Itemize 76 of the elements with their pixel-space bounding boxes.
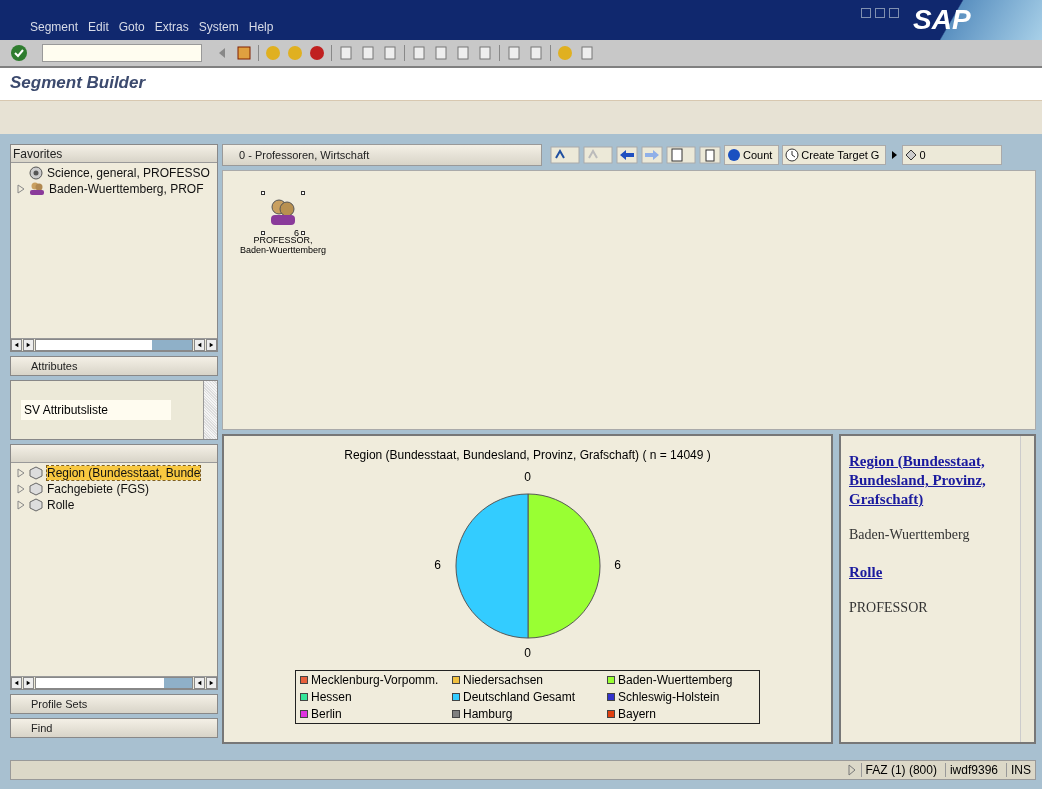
value-label: 0 — [524, 470, 531, 484]
logo: SAP — [913, 4, 971, 36]
page-title: Segment Builder — [0, 68, 1042, 100]
counter-button[interactable]: 0 — [902, 145, 1003, 165]
people-icon — [29, 182, 45, 196]
menu-item[interactable]: Segment — [30, 20, 79, 34]
menu-item[interactable]: System — [198, 20, 239, 34]
cube-icon — [29, 482, 43, 496]
people-icon[interactable] — [268, 198, 298, 228]
cube-icon — [29, 466, 43, 480]
diamond-icon — [905, 149, 918, 161]
check-icon[interactable] — [10, 44, 28, 62]
selection-handle[interactable] — [261, 231, 265, 235]
scroll-left-icon[interactable] — [11, 339, 22, 351]
segment-title: 0 - Professoren, Wirtschaft — [222, 144, 542, 166]
panel-header: Favorites — [11, 145, 217, 163]
scroll-right-icon[interactable] — [206, 677, 217, 689]
expand-icon[interactable] — [846, 764, 857, 776]
attributes-button[interactable]: Attributes — [10, 356, 218, 376]
menu-item[interactable]: Goto — [118, 20, 145, 34]
legend-label: Hamburg — [463, 707, 513, 721]
status-field: FAZ (1) (800) — [860, 763, 941, 777]
legend-label: Niedersachsen — [463, 673, 544, 687]
legend-label: Schleswig-Holstein — [618, 690, 720, 704]
legend-label: Berlin — [311, 707, 342, 721]
target-icon — [29, 166, 43, 180]
attribute-link[interactable]: Region (Bundesstaat, Bundesland, Provinz, Grafschaft) — [849, 452, 1012, 509]
node-label: Baden-Wuerttemberg — [240, 245, 326, 255]
selection-handle[interactable] — [261, 191, 265, 195]
count-button[interactable]: Count — [724, 145, 780, 165]
status-field: INS — [1006, 763, 1035, 777]
vertical-scrollbar[interactable] — [1020, 436, 1034, 742]
legend-label: Bayern — [618, 707, 657, 721]
menu-item[interactable]: Edit — [88, 20, 109, 34]
legend-label: Baden-Wuerttemberg — [618, 673, 733, 687]
attribute-link[interactable]: Rolle — [849, 563, 1012, 582]
attribute-list-dropdown[interactable]: SV Attributsliste — [21, 400, 171, 420]
chart-title: Region (Bundesstaat, Bundesland, Provinz, Grafschaft) ( n = 14049 ) — [344, 448, 711, 462]
scroll-left-icon[interactable] — [194, 677, 205, 689]
favorite-item[interactable]: Science, general, PROFESSO — [47, 166, 210, 180]
scroll-right-icon[interactable] — [23, 339, 34, 351]
expand-icon[interactable] — [17, 184, 25, 194]
attribute-item[interactable]: Region (Bundesstaat, Bunde — [47, 466, 201, 480]
selection-handle[interactable] — [301, 231, 305, 235]
value-label: 6 — [614, 558, 621, 572]
favorite-item[interactable]: Baden-Wuerttemberg, PROF — [49, 182, 204, 196]
menu-item[interactable]: Extras — [154, 20, 189, 34]
save-icon[interactable] — [236, 45, 252, 61]
legend-label: Mecklenburg-Vorpomm. — [311, 673, 439, 687]
vertical-scrollbar[interactable] — [203, 381, 217, 439]
selection-handle[interactable] — [301, 191, 305, 195]
scroll-left-icon[interactable] — [11, 677, 22, 689]
attribute-item[interactable]: Rolle — [47, 498, 75, 512]
create-target-button[interactable]: Create Target G — [782, 145, 887, 165]
clock-icon — [785, 148, 800, 162]
value-label: 0 — [524, 646, 531, 660]
horizontal-scrollbar[interactable] — [11, 676, 217, 689]
attribute-value: PROFESSOR — [849, 600, 929, 616]
horizontal-scrollbar[interactable] — [11, 338, 217, 351]
legend-label: Deutschland Gesamt — [463, 690, 576, 704]
scroll-thumb[interactable] — [152, 340, 192, 350]
status-field: iwdf9396 — [944, 763, 1002, 777]
scroll-right-icon[interactable] — [206, 339, 217, 351]
legend-label: Hessen — [311, 690, 352, 704]
menu-item[interactable]: Help — [248, 20, 274, 34]
command-field[interactable] — [42, 44, 202, 62]
panel-button[interactable]: Find — [10, 718, 218, 738]
new-page-icon[interactable] — [666, 146, 696, 164]
scroll-thumb[interactable] — [164, 678, 192, 688]
attribute-item[interactable]: Fachgebiete (FGS) — [47, 482, 150, 496]
cube-icon — [29, 498, 43, 512]
scroll-right-icon[interactable] — [23, 677, 34, 689]
value-label: 6 — [434, 558, 441, 572]
attribute-value: Baden-Wuerttemberg — [849, 527, 971, 543]
scroll-left-icon[interactable] — [194, 339, 205, 351]
panel-button[interactable]: Profile Sets — [10, 694, 218, 714]
